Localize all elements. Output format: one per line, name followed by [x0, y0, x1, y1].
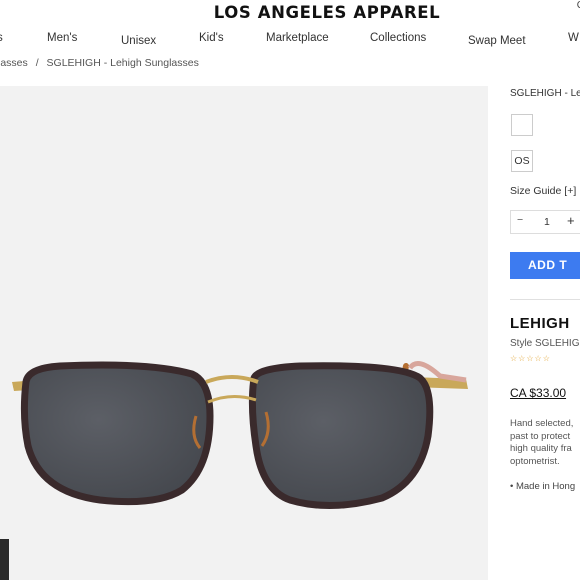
breadcrumb-separator: /: [35, 57, 39, 69]
brand-logo[interactable]: LOS ANGELES APPAREL: [0, 3, 580, 22]
left-lens: [20, 361, 214, 506]
description-line: past to protect: [510, 430, 571, 442]
product-panel: SGLEHIGH - Le OS Size Guide [+] − 1 + AD…: [510, 0, 580, 580]
quantity-minus-button[interactable]: −: [517, 214, 523, 226]
product-sku-title: SGLEHIGH - Le: [510, 88, 580, 99]
nav-item-accessories[interactable]: s: [0, 32, 3, 44]
add-to-cart-button[interactable]: ADD T: [510, 252, 580, 279]
right-lens: [248, 362, 434, 509]
image-nav-tab[interactable]: [0, 539, 9, 580]
description-line: optometrist.: [510, 455, 560, 467]
main-nav: s Men's Unisex Kid's Marketplace Collect…: [0, 32, 580, 50]
nav-item-kids[interactable]: Kid's: [199, 32, 224, 44]
color-swatch[interactable]: [511, 114, 533, 136]
nav-item-mens[interactable]: Men's: [47, 32, 77, 44]
quantity-input[interactable]: 1: [544, 216, 550, 228]
nav-item-marketplace[interactable]: Marketplace: [266, 32, 329, 44]
description-line: Hand selected,: [510, 418, 574, 429]
divider: [510, 299, 580, 300]
description-line: high quality fra: [510, 443, 572, 454]
quantity-plus-button[interactable]: +: [567, 213, 575, 228]
product-name: LEHIGH: [510, 315, 570, 332]
nav-item-collections[interactable]: Collections: [370, 32, 426, 44]
product-price: CA $33.00: [510, 386, 567, 400]
size-option-os[interactable]: OS: [511, 150, 533, 172]
breadcrumb-parent[interactable]: lasses: [0, 57, 28, 69]
nav-item-unisex[interactable]: Unisex: [121, 35, 156, 47]
product-image[interactable]: [0, 86, 488, 580]
rating-stars[interactable]: ☆☆☆☆☆: [510, 354, 551, 363]
size-guide-link[interactable]: Size Guide [+]: [510, 185, 576, 197]
sunglasses-image: [12, 361, 468, 509]
product-bullet: • Made in Hong: [510, 481, 576, 492]
quantity-stepper: − 1 +: [510, 210, 580, 234]
breadcrumb: lasses / SGLEHIGH - Lehigh Sunglasses: [0, 57, 199, 69]
breadcrumb-current: SGLEHIGH - Lehigh Sunglasses: [46, 57, 199, 69]
product-description: Hand selected, past to protect high qual…: [510, 418, 580, 468]
product-style: Style SGLEHIGH: [510, 338, 580, 349]
